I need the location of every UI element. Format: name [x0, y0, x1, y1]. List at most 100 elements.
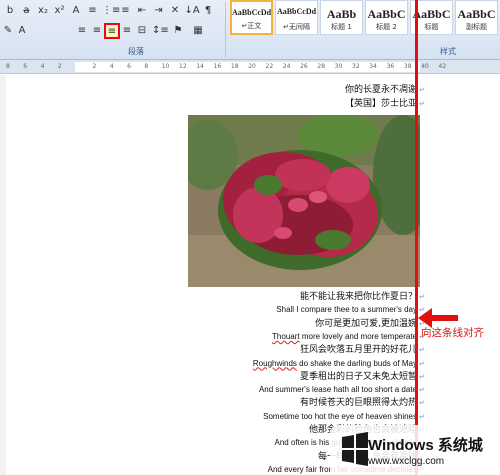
style-sample: AaBbC — [457, 7, 496, 21]
numbering-button[interactable]: ⋮≡ — [101, 3, 120, 19]
align-right-icon: ≡ — [107, 26, 117, 37]
decrease-indent-button[interactable]: ⇤ — [134, 3, 150, 19]
bold-icon: b — [6, 5, 14, 16]
ruler-tick: 16 — [213, 63, 222, 70]
highlight-icon: ✎ — [3, 25, 13, 36]
poem-line[interactable]: Sometime too hot the eye of heaven shine… — [263, 411, 417, 423]
ruler-tick: 22 — [265, 63, 274, 70]
multilevel-list-button[interactable]: ≡ — [118, 3, 134, 19]
poem-line[interactable]: 有时候苍天的巨眼照得太灼热 — [300, 397, 417, 409]
shrub-photo[interactable] — [188, 115, 420, 287]
poem-line[interactable]: Roughwinds do shake the darling buds of … — [253, 358, 417, 370]
paragraph-mark: ↵ — [419, 386, 425, 395]
ruler-tick: 30 — [334, 63, 343, 70]
line-spacing-button[interactable]: ↕≡ — [151, 23, 169, 39]
distributed-button[interactable]: ⊟ — [134, 23, 150, 39]
poem-line[interactable]: 夏季租出的日子又未免太短暂 — [300, 371, 417, 383]
shrub-photo-graphic — [188, 115, 420, 287]
shading-icon: ⚑ — [173, 25, 183, 36]
ruler-tick: 24 — [282, 63, 291, 70]
style-sample: AaBb — [326, 7, 357, 21]
poem-line[interactable]: 你可是更加可爱,更加温婉 — [315, 318, 417, 330]
ruler-tick: 14 — [196, 63, 204, 70]
style-2[interactable]: AaBbCcDd ↵无间隔 — [275, 0, 318, 35]
paragraph-mark: ↵ — [419, 359, 425, 368]
increase-indent-icon: ⇥ — [154, 5, 163, 16]
poem-line[interactable]: Shall I compare thee to a summer's day — [276, 304, 417, 316]
ribbon: b a̶ x₂ x² A ≡ ⋮≡ ≡ ⇤ ⇥ ✕ ↓A ¶ ✎ A ≡ ≡ ≡ ≡ ⊟ ↕≡ ⚑ ▦ 段落 样式 AaB… — [0, 0, 500, 60]
bullets-button[interactable]: ≡ — [85, 3, 101, 19]
ruler-tick: 34 — [369, 63, 377, 70]
style-sample: AaBbC — [367, 7, 406, 21]
poem-line[interactable]: Thouart more lovely and more temperate — [272, 331, 417, 343]
borders-button[interactable]: ▦ — [190, 23, 206, 39]
sort-icon: ↓A — [184, 5, 200, 16]
strikethrough-button[interactable]: a̶ — [19, 3, 35, 19]
ruler-tick: 40 — [421, 63, 429, 70]
poem-line[interactable]: 你的长夏永不凋谢 — [345, 84, 417, 96]
justify-button[interactable]: ≡ — [119, 23, 135, 39]
align-left-button[interactable]: ≡ — [74, 23, 90, 39]
subscript-icon: x₂ — [38, 5, 48, 16]
ruler-tick: 12 — [179, 63, 187, 70]
style-name: 标题 2 — [376, 23, 397, 31]
style-1[interactable]: AaBbCcDd ↵正文 — [230, 0, 273, 35]
paragraph-group-label: 段落 — [128, 47, 144, 56]
paragraph-mark: ↵ — [419, 100, 425, 108]
paragraph-mark: ↵ — [419, 293, 425, 301]
sort-button[interactable]: ↓A — [184, 3, 200, 19]
subscript-button[interactable]: x₂ — [35, 3, 51, 19]
style-sample: AaBbCcDd — [232, 8, 272, 17]
superscript-icon: x² — [54, 5, 65, 16]
strikethrough-icon: a̶ — [23, 5, 30, 16]
chinese-layout-icon: ✕ — [170, 5, 180, 16]
ruler-tick: 20 — [248, 63, 256, 70]
multilevel-list-icon: ≡ — [121, 5, 130, 16]
show-marks-icon: ¶ — [204, 5, 212, 16]
ruler-tick: 2 — [57, 63, 62, 70]
group-separator — [225, 2, 226, 57]
justify-icon: ≡ — [122, 25, 132, 36]
align-center-icon: ≡ — [92, 25, 102, 36]
styles-group-label: 样式 — [440, 47, 456, 56]
ruler-tick: 8 — [144, 63, 149, 70]
ruler-tick: 6 — [23, 63, 28, 70]
font-color-a-button[interactable]: A — [14, 23, 30, 39]
style-6[interactable]: AaBbC 副标题 — [455, 0, 498, 35]
show-marks-button[interactable]: ¶ — [200, 3, 216, 19]
ruler-tick: 2 — [92, 63, 97, 70]
font-color-button[interactable]: A — [68, 3, 84, 19]
align-center-button[interactable]: ≡ — [89, 23, 105, 39]
decrease-indent-icon: ⇤ — [137, 5, 147, 16]
ruler-tick: 36 — [386, 63, 395, 70]
ruler-tick: 8 — [6, 63, 10, 70]
shading-button[interactable]: ⚑ — [170, 23, 186, 39]
ruler-tick: 32 — [352, 63, 360, 70]
alignment-guide-line — [415, 0, 418, 475]
ruler-tick: 42 — [438, 63, 447, 70]
ruler-tick: 10 — [161, 63, 170, 70]
bold-button[interactable]: b — [2, 3, 18, 19]
style-name: 副标题 — [466, 23, 487, 31]
ruler-tick: 4 — [40, 63, 45, 70]
ruler[interactable]: 8 6 4 2 2 4 6 8 10 12 14 16 18 20 22 24 26 28 30 32 34 36 38 40… — [0, 60, 500, 74]
style-name: 标题 1 — [331, 23, 352, 31]
font-color-a-icon: A — [18, 25, 26, 36]
poem-line[interactable]: 【英国】莎士比亚 — [345, 98, 417, 110]
distributed-icon: ⊟ — [137, 25, 147, 36]
superscript-button[interactable]: x² — [52, 3, 68, 19]
chinese-layout-button[interactable]: ✕ — [167, 3, 183, 19]
style-4[interactable]: AaBbC 标题 2 — [365, 0, 408, 35]
line-spacing-icon: ↕≡ — [152, 25, 169, 36]
ruler-tick: 6 — [127, 63, 131, 70]
poem-line[interactable]: And summer's lease hath all too short a … — [259, 384, 417, 396]
style-3[interactable]: AaBb 标题 1 — [320, 0, 363, 35]
poem-line[interactable]: 能不能让我来把你比作夏日？ — [300, 291, 417, 303]
align-left-icon: ≡ — [77, 25, 87, 36]
increase-indent-button[interactable]: ⇥ — [151, 3, 167, 19]
paragraph-mark: ↵ — [419, 412, 425, 421]
align-right-button[interactable]: ≡ — [104, 23, 120, 39]
poem-line[interactable]: 狂风会吹落五月里开的好花儿 — [300, 344, 417, 356]
ruler-tick: 26 — [300, 63, 308, 70]
borders-icon: ▦ — [193, 25, 203, 36]
